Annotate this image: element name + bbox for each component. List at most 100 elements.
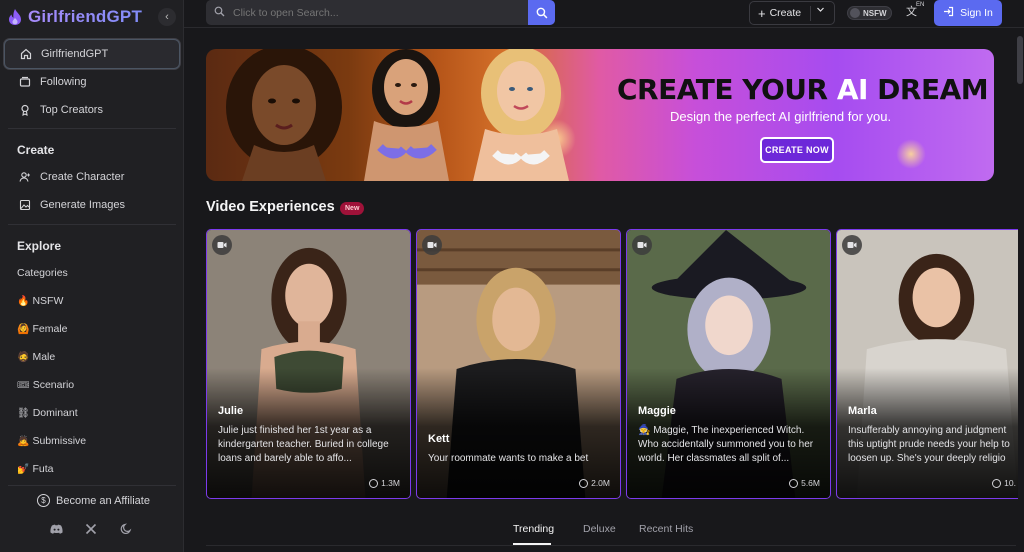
character-name: Maggie (638, 405, 676, 417)
become-affiliate-link[interactable]: $ Become an Affiliate (37, 494, 150, 507)
home-icon (19, 47, 33, 61)
sidebar-item-home[interactable]: GirlfriendGPT (4, 39, 180, 69)
tab-trending[interactable]: Trending (513, 523, 554, 535)
tab-recent-hits[interactable]: Recent Hits (639, 523, 693, 535)
sign-in-icon (943, 6, 954, 20)
sidebar-item-dominant[interactable]: ⛓ Dominant (17, 407, 78, 419)
sign-in-button[interactable]: Sign In (934, 0, 1002, 26)
chat-count-value: 10. (1004, 478, 1016, 488)
create-now-button[interactable]: CREATE NOW (760, 137, 834, 163)
sidebar-item-futa[interactable]: 💅 Futa (17, 463, 53, 475)
sign-in-label: Sign In (960, 7, 993, 19)
scrollbar-thumb[interactable] (1017, 36, 1023, 84)
sidebar-item-categories[interactable]: Categories (17, 267, 68, 279)
sidebar-item-create-character[interactable]: Create Character (4, 162, 180, 192)
chat-bubble-icon (579, 478, 589, 488)
logo-text: GirlfriendGPT (28, 7, 143, 26)
chevron-left-icon: ‹ (165, 11, 169, 23)
nsfw-toggle[interactable]: NSFW (847, 6, 892, 20)
character-description: Insufferably annoying and judgment this … (848, 425, 1010, 464)
sidebar: GirlfriendGPT ‹ GirlfriendGPT Following … (0, 0, 184, 552)
character-description: 🧙 Maggie, The inexperienced Witch. Who a… (638, 425, 814, 464)
banner-model-image (473, 49, 569, 181)
chevron-down-icon[interactable] (816, 5, 825, 17)
video-card-kett[interactable]: Kett Your roommate wants to make a bet 2… (416, 229, 621, 499)
search-button[interactable] (528, 0, 555, 25)
tab-deluxe[interactable]: Deluxe (583, 523, 616, 535)
video-camera-icon (422, 235, 442, 255)
moon-icon[interactable] (119, 522, 133, 536)
sidebar-divider (8, 128, 176, 129)
chat-count: 2.0M (579, 478, 610, 488)
headline-part: DREAM GIRL (877, 73, 994, 106)
banner-headline: CREATE YOUR AI DREAM GIRL (617, 73, 994, 106)
banner-subtitle: Design the perfect AI girlfriend for you… (670, 109, 892, 124)
sidebar-divider (8, 485, 176, 486)
sidebar-item-label: Create Character (40, 171, 125, 183)
sidebar-item-submissive[interactable]: 🙇 Submissive (17, 435, 86, 447)
ticket-icon: 🎟 (17, 379, 30, 391)
video-card-julie[interactable]: Julie Julie just finished her 1st year a… (206, 229, 411, 499)
headline-part: CREATE YOUR (617, 73, 837, 106)
sidebar-item-label: Generate Images (40, 199, 125, 211)
character-description: Julie just finished her 1st year as a ki… (218, 425, 389, 464)
video-card-marla[interactable]: Marla Insufferably annoying and judgment… (836, 229, 1018, 499)
sidebar-item-label: Male (32, 351, 56, 363)
sidebar-item-following[interactable]: Following (4, 67, 180, 97)
fire-icon: 🔥 (17, 295, 30, 307)
sidebar-item-male[interactable]: 🧔 Male (17, 351, 55, 363)
plus-icon: + (758, 5, 766, 21)
nsfw-toggle-label: NSFW (863, 8, 887, 18)
sidebar-item-label: Futa (32, 463, 54, 475)
following-icon (18, 75, 32, 89)
hero-banner[interactable]: CREATE YOUR AI DREAM GIRL Design the per… (206, 49, 994, 181)
man-icon: 🧔 (17, 351, 30, 363)
sidebar-item-label: NSFW (32, 295, 64, 307)
button-divider (810, 6, 811, 21)
discord-icon[interactable] (49, 522, 63, 536)
sidebar-item-nsfw[interactable]: 🔥 NSFW (17, 295, 63, 307)
sidebar-item-label: Categories (17, 267, 68, 279)
video-camera-icon (632, 235, 652, 255)
new-badge: New (340, 202, 365, 215)
flame-logo-icon (9, 9, 21, 25)
sidebar-item-label: Following (40, 76, 87, 88)
search-icon (214, 6, 225, 20)
chat-bubble-icon (369, 478, 379, 488)
x-icon[interactable] (84, 522, 98, 536)
chat-count: 10. (992, 478, 1016, 488)
toggle-knob (850, 8, 860, 18)
language-code: EN (916, 2, 925, 8)
language-switcher[interactable]: 文 EN (906, 2, 924, 19)
sidebar-item-scenario[interactable]: 🎟 Scenario (17, 379, 74, 391)
woman-icon: 🙆 (17, 323, 30, 335)
explore-section-title: Explore (17, 239, 62, 253)
sidebar-item-female[interactable]: 🙆 Female (17, 323, 67, 335)
sidebar-divider (8, 224, 176, 225)
search-input[interactable] (233, 6, 523, 19)
sidebar-item-top-creators[interactable]: Top Creators (4, 95, 180, 125)
sidebar-item-label: GirlfriendGPT (41, 48, 109, 60)
video-camera-icon (842, 235, 862, 255)
app-root: GirlfriendGPT ‹ GirlfriendGPT Following … (0, 0, 1024, 552)
banner-model-image (364, 49, 449, 181)
image-icon (18, 198, 32, 212)
chat-bubble-icon (789, 478, 799, 488)
sidebar-item-label: Top Creators (40, 104, 103, 116)
create-section-title: Create (17, 143, 55, 157)
nail-polish-icon: 💅 (17, 463, 30, 475)
create-button[interactable]: + Create (749, 1, 835, 25)
sidebar-item-label: Submissive (32, 435, 87, 447)
trophy-icon (18, 103, 32, 117)
dollar-icon: $ (37, 494, 50, 507)
search-bar[interactable] (206, 0, 555, 25)
sidebar-item-generate-images[interactable]: Generate Images (4, 190, 180, 220)
collapse-sidebar-button[interactable]: ‹ (158, 8, 176, 26)
bowing-icon: 🙇 (17, 435, 30, 447)
video-camera-icon (212, 235, 232, 255)
chat-bubble-icon (992, 478, 1002, 488)
user-plus-icon (18, 170, 32, 184)
character-name: Kett (428, 433, 450, 445)
video-card-maggie[interactable]: Maggie 🧙 Maggie, The inexperienced Witch… (626, 229, 831, 499)
logo[interactable]: GirlfriendGPT (0, 0, 184, 34)
